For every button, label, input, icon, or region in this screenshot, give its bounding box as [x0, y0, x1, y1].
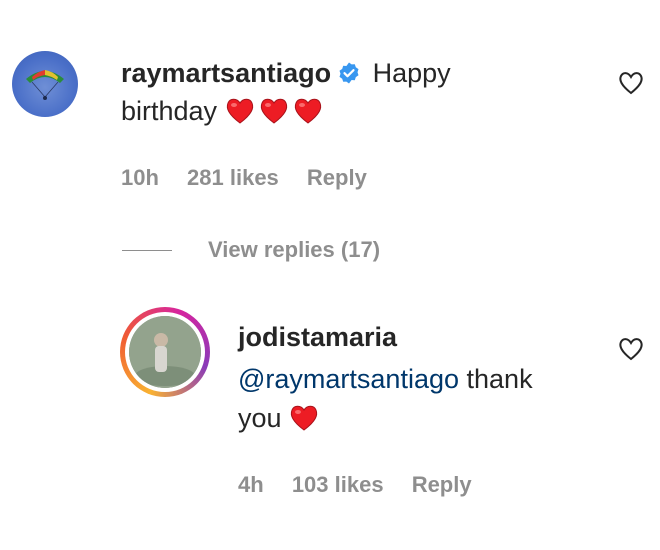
profile-photo-image: [129, 316, 201, 388]
reply-mention-link[interactable]: @raymartsantiago: [238, 364, 459, 394]
comment-reply-button[interactable]: Reply: [307, 165, 367, 190]
reply-meta: 4h 103 likes Reply: [238, 472, 494, 498]
red-heart-emoji: [290, 405, 318, 431]
reply-text-part2: you: [238, 403, 282, 433]
view-replies-button[interactable]: View replies (17): [208, 237, 380, 263]
reply-username[interactable]: jodistamaria: [238, 322, 397, 352]
reply-text-part1: thank: [466, 364, 533, 394]
replies-divider: [122, 250, 172, 251]
verified-badge-icon: [339, 62, 359, 84]
comment-text-part2: birthday: [121, 96, 218, 126]
comment-username[interactable]: raymartsantiago: [121, 58, 331, 88]
red-heart-emoji: [294, 98, 321, 124]
reply-time: 4h: [238, 472, 264, 497]
avatar-jodistamaria[interactable]: [120, 307, 210, 397]
like-heart-outline-icon[interactable]: [617, 336, 645, 362]
comment-time: 10h: [121, 165, 159, 190]
comment-likes[interactable]: 281 likes: [187, 165, 279, 190]
like-heart-outline-icon[interactable]: [617, 70, 645, 96]
reply-body-line1: @raymartsantiago thank: [238, 362, 533, 396]
comment-text-part1: Happy: [372, 58, 451, 88]
reply-likes[interactable]: 103 likes: [292, 472, 384, 497]
reply-reply-button[interactable]: Reply: [412, 472, 472, 497]
comment-body-line1: raymartsantiago Happy: [121, 56, 451, 90]
reply-body-line2: you: [238, 401, 323, 435]
red-heart-emoji: [260, 98, 287, 124]
red-heart-emoji: [226, 98, 253, 124]
comment-meta: 10h 281 likes Reply: [121, 165, 389, 191]
paraglider-avatar-image: [26, 70, 64, 100]
reply-username-line: jodistamaria: [238, 320, 397, 354]
comment-body-line2: birthday: [121, 94, 327, 128]
avatar-raymartsantiago[interactable]: [12, 51, 78, 117]
